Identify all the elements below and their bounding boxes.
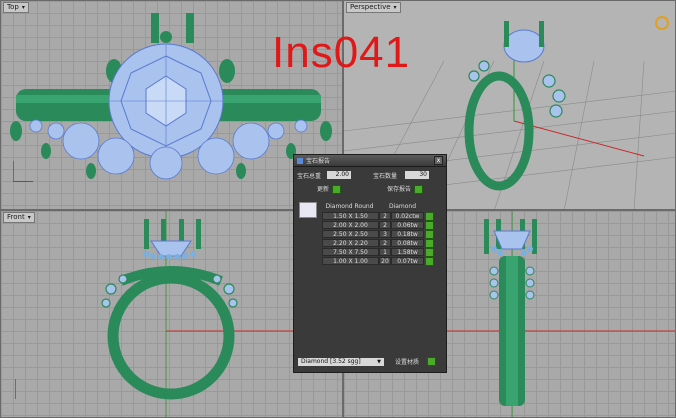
weight-cell: 0.02ctw — [391, 212, 424, 220]
weight-cell: 0.06tw — [391, 221, 424, 229]
gem-count-label: 宝石数量 — [373, 172, 398, 180]
weight-cell: 0.07tw — [391, 257, 424, 265]
viewport-front[interactable]: Front ▾ — [0, 210, 343, 418]
header-gem-type: Diamond Round — [325, 203, 374, 210]
table-row: 2.00 X 2.00 2 0.06tw — [299, 221, 438, 230]
table-header: Diamond Round Diamond — [299, 202, 438, 211]
row-select-icon[interactable] — [425, 239, 434, 248]
ring-front-view — [101, 211, 342, 417]
save-report-button[interactable]: 保存报告 — [387, 184, 423, 194]
row-select-icon[interactable] — [425, 248, 434, 257]
row-select-icon[interactable] — [425, 230, 434, 239]
table-row: 1.00 X 1.00 20 0.07tw — [299, 257, 438, 266]
axis-x — [13, 181, 33, 182]
gem-count-field[interactable]: 30 — [405, 171, 429, 179]
size-cell: 2.20 X 2.20 — [322, 239, 379, 247]
watermark-text: Ins041 — [272, 28, 411, 77]
table-row: 2.50 X 2.50 3 0.18tw — [299, 230, 438, 239]
refresh-button[interactable]: 更新 — [317, 184, 341, 194]
table-row: 1.50 X 1.50 2 0.02ctw — [299, 212, 438, 221]
row-select-icon[interactable] — [425, 221, 434, 230]
refresh-go-icon[interactable] — [332, 185, 341, 194]
qty-cell: 1 — [379, 248, 391, 256]
qty-cell: 3 — [379, 230, 391, 238]
gem-table: Diamond Round Diamond 1.50 X 1.50 2 0.02ct… — [299, 202, 438, 266]
weight-cell: 0.18tw — [391, 230, 424, 238]
refresh-label: 更新 — [316, 186, 329, 193]
size-cell: 2.50 X 2.50 — [322, 230, 379, 238]
qty-cell: 20 — [379, 257, 391, 265]
material-select[interactable]: Diamond [3.52 sgg] ▼ — [298, 357, 384, 366]
chevron-down-icon: ▼ — [377, 358, 381, 365]
qty-cell: 2 — [379, 239, 391, 247]
header-material: Diamond — [388, 203, 417, 210]
totals-row: 宝石总重 2.00 宝石数量 30 — [294, 169, 446, 181]
dialog-footer: Diamond [3.52 sgg] ▼ 设置材质 — [298, 357, 437, 366]
qty-cell: 2 — [379, 212, 391, 220]
table-row: 7.50 X 7.50 1 1.58tw — [299, 248, 438, 257]
total-weight-label: 宝石总重 — [297, 172, 322, 180]
size-cell: 7.50 X 7.50 — [322, 248, 379, 256]
axis-y — [13, 161, 14, 181]
actions-row: 更新 保存报告 — [294, 184, 446, 194]
save-report-label: 保存报告 — [386, 186, 411, 193]
dialog-titlebar[interactable]: 宝石报告 x — [294, 155, 446, 167]
total-weight-field[interactable]: 2.00 — [327, 171, 351, 179]
material-select-value: Diamond [3.52 sgg] — [301, 357, 361, 365]
weight-cell: 0.08tw — [391, 239, 424, 247]
weight-cell: 1.58tw — [391, 248, 424, 256]
gem-report-dialog[interactable]: 宝石报告 x 宝石总重 2.00 宝石数量 30 更新 保存报告 Diamond… — [293, 154, 447, 373]
qty-cell: 2 — [379, 221, 391, 229]
close-icon[interactable]: x — [434, 156, 443, 165]
dialog-title: 宝石报告 — [306, 158, 331, 165]
set-material-button[interactable] — [427, 357, 437, 366]
row-select-icon[interactable] — [425, 257, 434, 266]
row-select-icon[interactable] — [425, 212, 434, 221]
size-cell: 1.50 X 1.50 — [322, 212, 379, 220]
size-cell: 1.00 X 1.00 — [322, 257, 379, 265]
save-go-icon[interactable] — [414, 185, 423, 194]
table-row: 2.20 X 2.20 2 0.08tw — [299, 239, 438, 248]
set-material-label: 设置材质 — [395, 359, 420, 366]
dialog-icon — [297, 157, 303, 164]
axis-y-front — [15, 379, 16, 399]
size-cell: 2.00 X 2.00 — [322, 221, 379, 229]
